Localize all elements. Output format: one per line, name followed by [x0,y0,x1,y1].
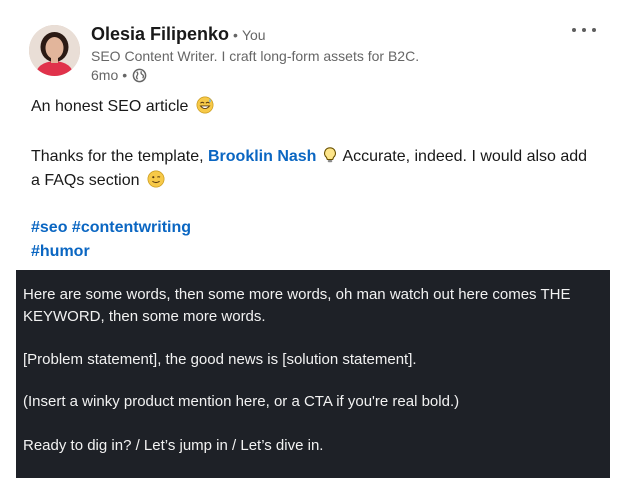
dot-icon [572,28,576,32]
image-text-paragraph: Here are some words, then some more word… [23,286,571,325]
post-text: An honest SEO article [31,98,189,115]
lightbulb-icon [324,147,336,163]
image-text-paragraph: [Problem statement], the good news is [s… [23,351,417,368]
post-text-line1: An honest SEO article [31,95,214,119]
post-image[interactable]: Here are some words, then some more word… [16,270,610,478]
separator-dot: • [122,67,128,83]
post-text-line2: Thanks for the template, Brooklin Nash A… [31,145,591,193]
separator-dot: • [233,27,238,43]
grinning-sweat-emoji-icon [196,96,214,114]
image-text-paragraph: Ready to dig in? / Let’s jump in / Let’s… [23,437,324,454]
hashtag-link[interactable]: #seo [31,219,67,236]
post-text: Thanks for the template, [31,148,204,165]
winking-face-emoji-icon [147,170,165,188]
dot-icon [592,28,596,32]
author-relation: You [241,27,266,43]
author-headline: SEO Content Writer. I craft long-form as… [91,48,420,64]
hashtags: #seo #contentwriting #humor [31,216,191,264]
author-name[interactable]: Olesia Filipenko [91,24,229,45]
dot-icon [582,28,586,32]
mention-link[interactable]: Brooklin Nash [208,148,316,165]
post-header: Olesia Filipenko • You SEO Content Write… [91,24,419,83]
globe-icon [132,68,147,82]
hashtag-link[interactable]: #contentwriting [72,219,191,236]
author-avatar[interactable] [29,25,80,76]
more-options-button[interactable] [572,22,596,38]
post-time: 6mo [91,67,119,83]
hashtag-link[interactable]: #humor [31,243,90,260]
image-text-paragraph: (Insert a winky product mention here, or… [23,393,460,410]
